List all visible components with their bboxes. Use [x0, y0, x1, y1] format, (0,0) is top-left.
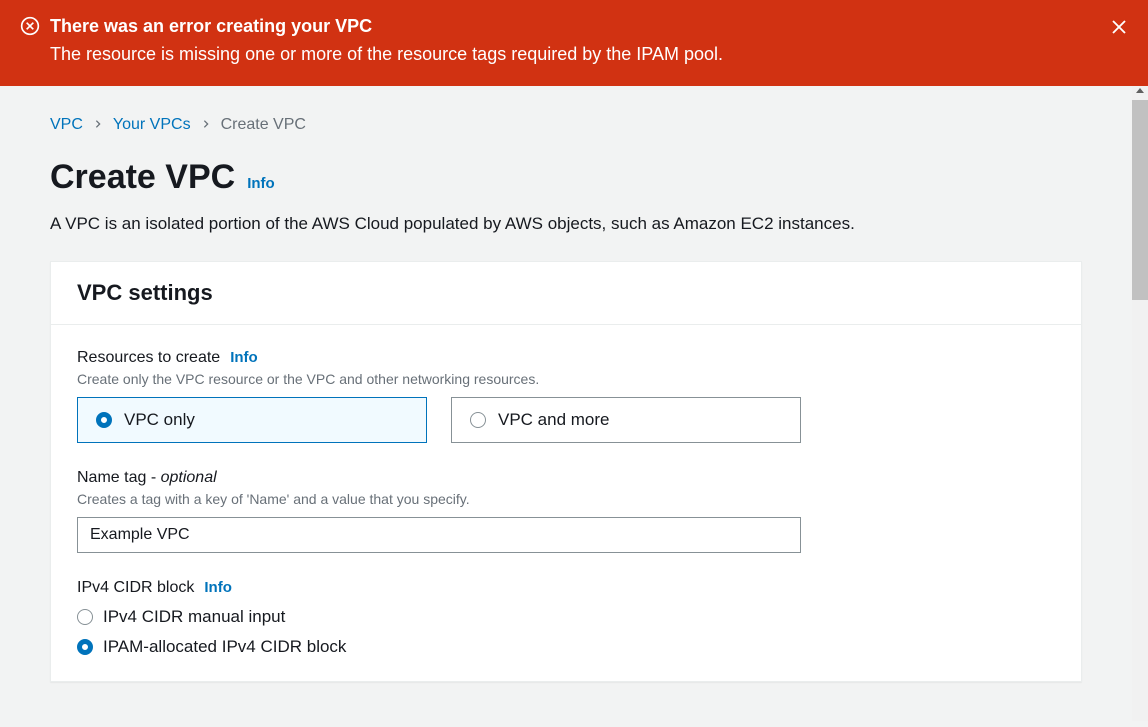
page-description: A VPC is an isolated portion of the AWS …: [50, 211, 1082, 237]
radio-unselected-icon: [470, 412, 486, 428]
chevron-right-icon: [201, 116, 211, 134]
close-icon[interactable]: [1110, 18, 1128, 39]
error-icon: [20, 16, 40, 39]
error-title: There was an error creating your VPC: [50, 14, 1128, 39]
radio-card-label: VPC and more: [498, 410, 610, 430]
ipv4-cidr-label: IPv4 CIDR block: [77, 579, 194, 597]
breadcrumb-current: Create VPC: [221, 116, 306, 134]
info-link-page[interactable]: Info: [247, 175, 275, 192]
radio-ipv4-manual[interactable]: IPv4 CIDR manual input: [77, 607, 1055, 627]
scrollbar-arrow-up-icon: [1136, 88, 1144, 93]
error-banner: There was an error creating your VPC The…: [0, 0, 1148, 86]
vpc-settings-panel: VPC settings Resources to create Info Cr…: [50, 261, 1082, 682]
radio-item-label: IPAM-allocated IPv4 CIDR block: [103, 637, 346, 657]
breadcrumb-vpc[interactable]: VPC: [50, 116, 83, 134]
radio-ipam-allocated[interactable]: IPAM-allocated IPv4 CIDR block: [77, 637, 1055, 657]
page-title: Create VPC: [50, 158, 235, 197]
radio-card-label: VPC only: [124, 410, 195, 430]
panel-title: VPC settings: [77, 280, 1055, 306]
radio-item-label: IPv4 CIDR manual input: [103, 607, 285, 627]
breadcrumb: VPC Your VPCs Create VPC: [50, 116, 1082, 134]
breadcrumb-your-vpcs[interactable]: Your VPCs: [113, 116, 191, 134]
radio-unselected-icon: [77, 609, 93, 625]
name-tag-input[interactable]: [77, 517, 801, 553]
radio-card-vpc-only[interactable]: VPC only: [77, 397, 427, 443]
info-link-resources[interactable]: Info: [230, 349, 258, 366]
ipv4-cidr-group: IPv4 CIDR block Info IPv4 CIDR manual in…: [77, 579, 1055, 657]
radio-card-vpc-and-more[interactable]: VPC and more: [451, 397, 801, 443]
info-link-ipv4[interactable]: Info: [204, 579, 232, 596]
error-message: The resource is missing one or more of t…: [50, 41, 1128, 68]
resources-label: Resources to create: [77, 349, 220, 367]
name-tag-group: Name tag - optional Creates a tag with a…: [77, 469, 1055, 553]
resources-to-create-group: Resources to create Info Create only the…: [77, 349, 1055, 443]
scrollbar-thumb[interactable]: [1132, 100, 1148, 300]
name-tag-hint: Creates a tag with a key of 'Name' and a…: [77, 491, 1055, 507]
radio-selected-icon: [77, 639, 93, 655]
name-tag-label: Name tag - optional: [77, 469, 217, 487]
radio-selected-icon: [96, 412, 112, 428]
resources-hint: Create only the VPC resource or the VPC …: [77, 371, 1055, 387]
chevron-right-icon: [93, 116, 103, 134]
scrollbar[interactable]: [1132, 86, 1148, 721]
